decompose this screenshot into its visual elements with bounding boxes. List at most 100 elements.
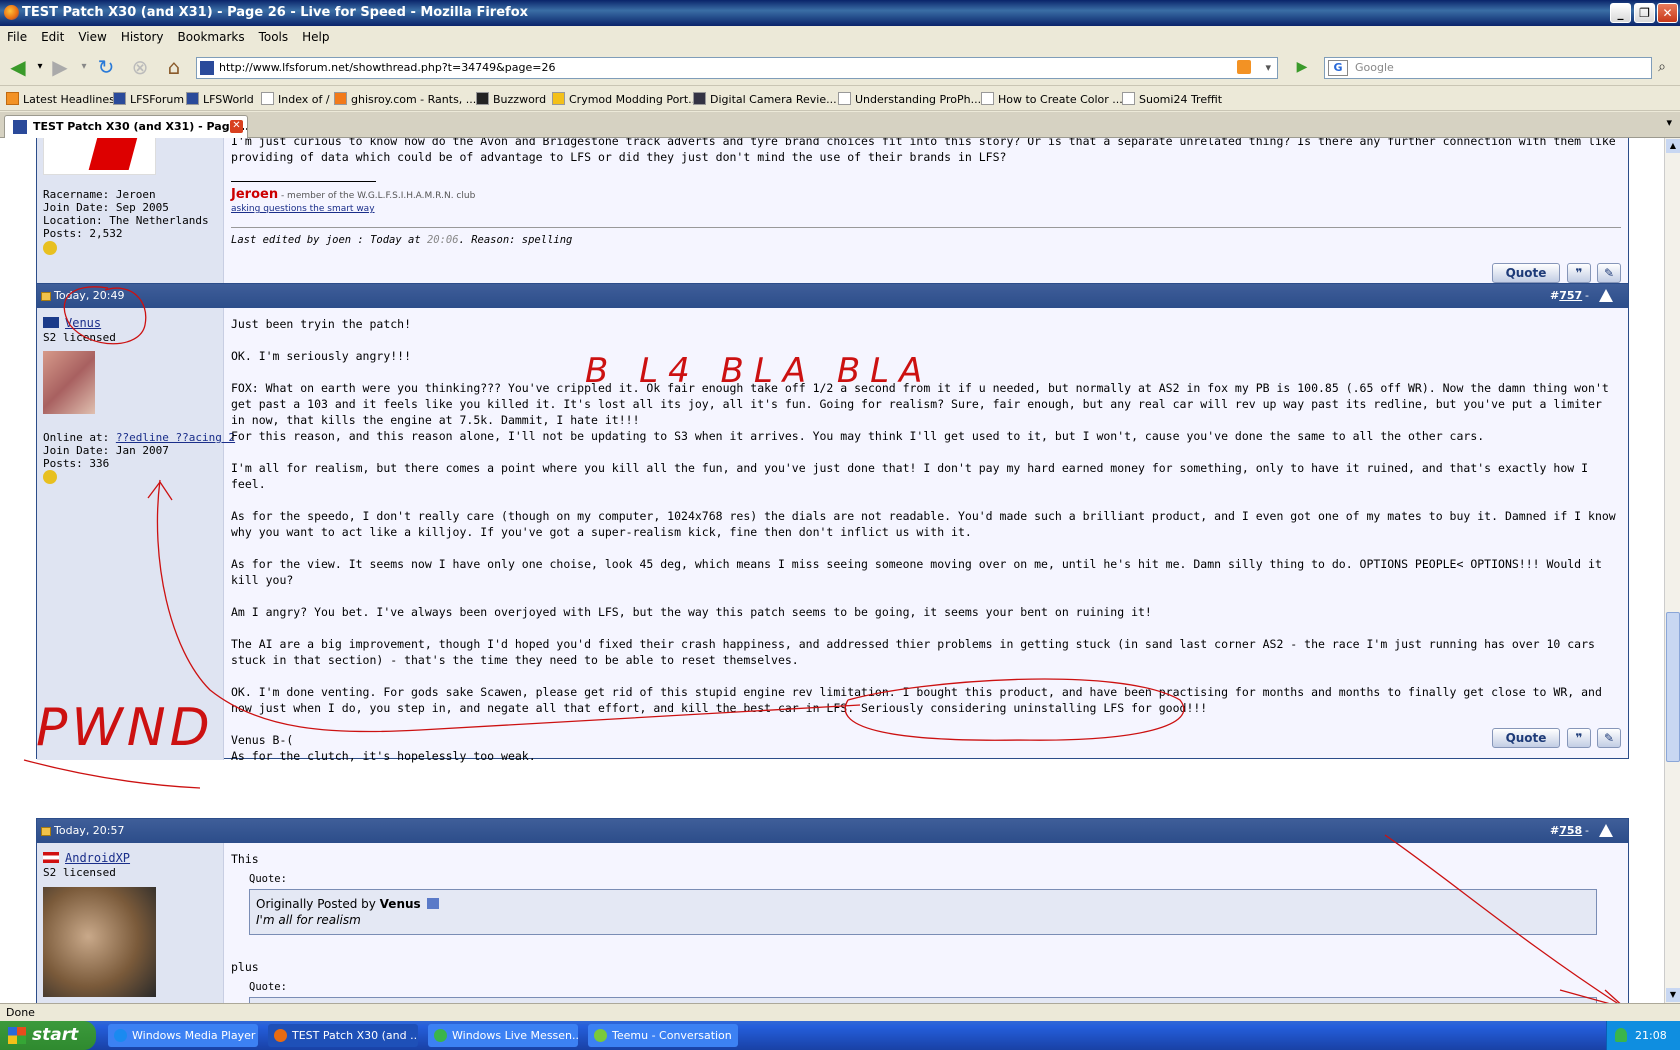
messenger-icon — [434, 1029, 447, 1042]
quote-prefix: Originally Posted by — [256, 897, 380, 911]
quick-reply-button[interactable]: ✎ — [1597, 728, 1621, 748]
menu-view[interactable]: View — [71, 26, 113, 44]
quote-button[interactable]: Quote — [1492, 728, 1560, 748]
taskbar-item-media-player[interactable]: Windows Media Player — [108, 1024, 258, 1047]
user-racername: Racername: Jeroen — [43, 188, 156, 201]
bookmark-label: ghisroy.com - Rants, ... — [351, 93, 477, 106]
signature-link[interactable]: asking questions the smart way — [231, 204, 375, 214]
post-body: Just been tryin the patch! OK. I'm serio… — [231, 316, 1621, 764]
post-user-sidebar: Venus S2 licensed Online at: ??edline ??… — [37, 308, 235, 760]
page-icon — [838, 92, 851, 105]
user-rank: S2 licensed — [43, 331, 116, 344]
report-post-icon[interactable] — [1599, 824, 1613, 837]
bookmark-ghisroy[interactable]: ghisroy.com - Rants, ... — [334, 92, 476, 106]
firefox-icon — [274, 1029, 287, 1042]
scroll-up-icon[interactable]: ▲ — [1666, 139, 1680, 153]
menu-bookmarks[interactable]: Bookmarks — [171, 26, 252, 44]
view-post-icon[interactable] — [426, 898, 439, 909]
forward-icon[interactable]: ▶ — [48, 56, 72, 78]
bookmark-lfsworld[interactable]: LFSWorld — [186, 92, 254, 106]
post-number[interactable]: #758 — [1550, 819, 1582, 843]
post-header: Today, 20:49 #757 - — [37, 284, 1628, 308]
post-758: Today, 20:57 #758 - AndroidXP S2 license… — [36, 818, 1629, 1003]
bookmark-latest-headlines[interactable]: Latest Headlines — [6, 92, 115, 106]
search-go-icon[interactable]: ⌕ — [1650, 56, 1674, 78]
bookmark-lfsforum[interactable]: LFSForum — [113, 92, 184, 106]
taskbar-item-firefox[interactable]: TEST Patch X30 (and ... — [268, 1024, 418, 1047]
quote-button[interactable]: Quote — [1492, 263, 1560, 283]
menu-file[interactable]: File — [0, 26, 34, 44]
address-bar[interactable]: http://www.lfsforum.net/showthread.php?t… — [196, 57, 1278, 79]
blogger-icon — [334, 92, 347, 105]
quote-box: Originally Posted by Venus I'm all for r… — [249, 889, 1597, 935]
post-previous: Racername: Jeroen Join Date: Sep 2005 Lo… — [36, 138, 1629, 295]
post-paragraph: OK. I'm seriously angry!!! — [231, 349, 412, 363]
tab-list-icon[interactable]: ▾ — [1666, 116, 1672, 129]
taskbar-item-label: Windows Live Messen... — [452, 1029, 578, 1042]
search-input[interactable]: G Google — [1324, 57, 1652, 79]
menu-tools[interactable]: Tools — [252, 26, 296, 44]
flag-austria-icon — [43, 852, 59, 863]
go-icon[interactable]: ▶ — [1290, 56, 1314, 78]
crymod-icon — [552, 92, 565, 105]
user-posts: Posts: 336 — [43, 457, 110, 470]
user-name[interactable]: AndroidXP — [65, 851, 130, 865]
report-post-icon[interactable] — [1599, 289, 1613, 302]
start-button[interactable]: start — [0, 1021, 96, 1050]
online-link[interactable]: ??edline ??acing 2 — [116, 431, 235, 444]
user-online: Online at: ??edline ??acing 2 — [43, 431, 235, 444]
bookmark-digital-camera[interactable]: Digital Camera Revie... — [693, 92, 837, 106]
bookmark-color[interactable]: How to Create Color ... — [981, 92, 1123, 106]
rss-feed-icon[interactable] — [1237, 60, 1251, 74]
multi-quote-button[interactable]: ❞ — [1567, 263, 1591, 283]
post-icon — [41, 292, 51, 301]
messenger-status-icon[interactable] — [1615, 1028, 1627, 1042]
menu-help[interactable]: Help — [295, 26, 336, 44]
minimize-button[interactable]: _ — [1610, 3, 1631, 23]
quick-reply-button[interactable]: ✎ — [1597, 263, 1621, 283]
multi-quote-button[interactable]: ❞ — [1567, 728, 1591, 748]
address-url: http://www.lfsforum.net/showthread.php?t… — [219, 61, 556, 74]
user-name[interactable]: Venus — [65, 316, 101, 330]
stop-icon[interactable]: ⊗ — [128, 56, 152, 78]
menu-edit[interactable]: Edit — [34, 26, 71, 44]
post-number-prefix: # — [1550, 824, 1560, 837]
close-window-button[interactable]: ✕ — [1657, 3, 1678, 23]
taskbar: start Windows Media Player TEST Patch X3… — [0, 1021, 1680, 1050]
home-icon[interactable]: ⌂ — [162, 56, 186, 78]
messenger-icon — [594, 1029, 607, 1042]
signature-divider — [231, 181, 376, 182]
bookmark-label: Understanding ProPh... — [855, 93, 982, 106]
bookmark-buzzword[interactable]: Buzzword — [476, 92, 546, 106]
page-icon — [261, 92, 274, 105]
vertical-scrollbar[interactable]: ▲ ▼ — [1664, 138, 1680, 1003]
post-text-line: providing of data which could be of adva… — [231, 150, 1007, 164]
bookmark-index-of[interactable]: Index of / — [261, 92, 330, 106]
post-paragraph: FOX: What on earth were you thinking??? … — [231, 381, 1609, 427]
lfs-icon — [13, 120, 27, 134]
url-dropdown-icon[interactable]: ▾ — [1265, 58, 1271, 78]
post-number[interactable]: #757 — [1550, 284, 1582, 308]
scroll-down-icon[interactable]: ▼ — [1666, 988, 1680, 1002]
tab-bar: TEST Patch X30 (and X31) - Page ... ✕ ▾ — [0, 112, 1680, 138]
quote-header: Originally Posted by Venus — [256, 896, 1590, 912]
search-engine-icon[interactable]: G — [1328, 60, 1348, 76]
forward-dropdown-icon[interactable]: ▾ — [72, 56, 96, 78]
tab-active[interactable]: TEST Patch X30 (and X31) - Page ... ✕ — [4, 115, 248, 138]
system-tray: 21:08 — [1606, 1021, 1680, 1050]
bookmark-crymod[interactable]: Crymod Modding Port... — [552, 92, 699, 106]
user-status-icon — [43, 241, 57, 255]
post-number-prefix: # — [1550, 289, 1560, 302]
post-text-line: plus — [231, 960, 259, 974]
taskbar-item-conversation[interactable]: Teemu - Conversation — [588, 1024, 738, 1047]
reload-icon[interactable]: ↻ — [94, 56, 118, 78]
scrollbar-thumb[interactable] — [1666, 612, 1680, 762]
maximize-button[interactable]: ❐ — [1634, 3, 1655, 23]
taskbar-item-messenger[interactable]: Windows Live Messen... — [428, 1024, 578, 1047]
close-tab-icon[interactable]: ✕ — [230, 120, 243, 133]
bookmark-suomi24[interactable]: Suomi24 Treffit — [1122, 92, 1222, 106]
menu-history[interactable]: History — [114, 26, 171, 44]
back-icon[interactable]: ◀ — [6, 56, 30, 78]
bookmark-understanding[interactable]: Understanding ProPh... — [838, 92, 981, 106]
taskbar-item-label: Teemu - Conversation — [612, 1029, 732, 1042]
